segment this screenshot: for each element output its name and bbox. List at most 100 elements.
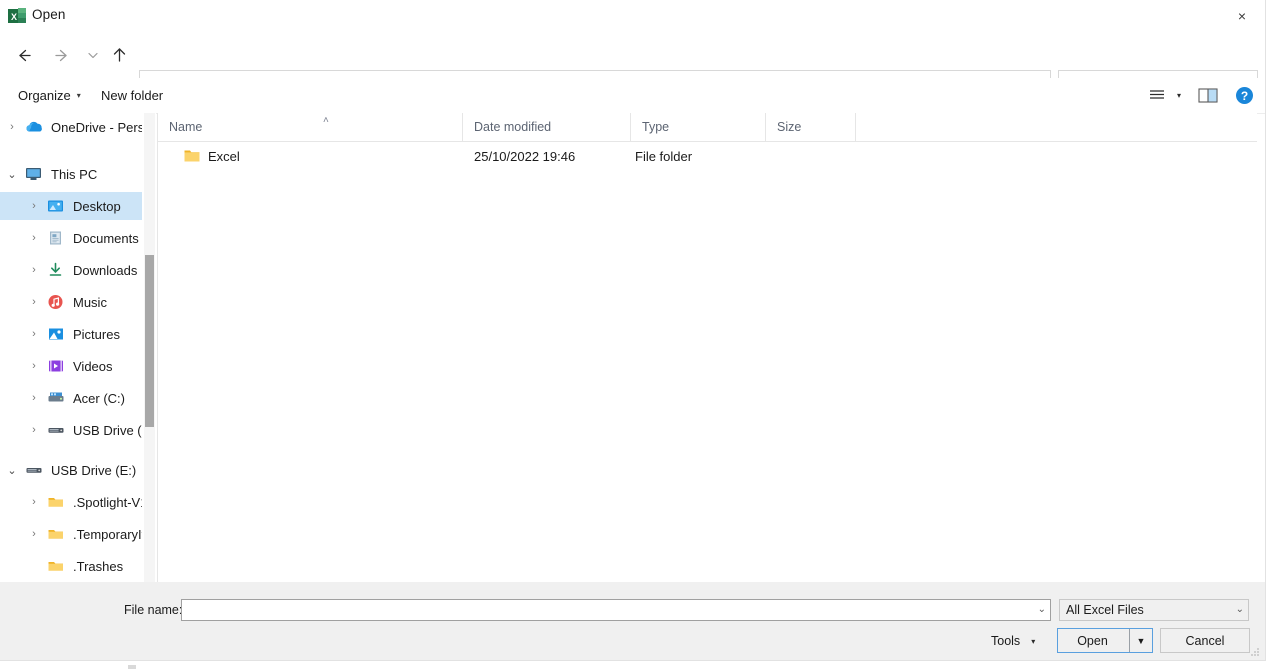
- expander-icon[interactable]: ⌄: [0, 168, 24, 181]
- expander-icon[interactable]: ›: [22, 424, 46, 436]
- column-header-size[interactable]: Size: [766, 113, 856, 141]
- sidebar-item-pictures[interactable]: › Pictures: [0, 320, 142, 348]
- sidebar-item-label: .Spotlight-V100: [73, 494, 142, 510]
- view-options-chevron-icon[interactable]: ▾: [1172, 84, 1186, 106]
- sidebar-item-downloads[interactable]: › Downloads: [0, 256, 142, 284]
- open-dropdown-icon[interactable]: ▼: [1129, 629, 1152, 652]
- expander-icon[interactable]: ›: [22, 264, 46, 276]
- expander-icon[interactable]: ›: [22, 528, 46, 540]
- sidebar-item-label: .Trashes: [73, 558, 124, 574]
- folder-icon: [46, 525, 66, 543]
- cancel-button-label: Cancel: [1185, 633, 1225, 648]
- up-button[interactable]: [104, 40, 134, 70]
- sidebar-item-label: Pictures: [73, 326, 120, 342]
- sidebar-item-onedrive[interactable]: › OneDrive - Perso: [0, 113, 142, 141]
- column-header-name[interactable]: Name ˄: [158, 113, 463, 141]
- resize-grip[interactable]: [1249, 645, 1261, 657]
- svg-text:?: ?: [1240, 89, 1247, 103]
- videos-icon: [46, 357, 66, 375]
- sidebar-item-spotlight[interactable]: › .Spotlight-V100: [0, 488, 142, 516]
- file-type-filter-value: All Excel Files: [1066, 603, 1144, 617]
- file-list-pane: Name ˄ Date modified Type Size Excel 25/…: [157, 113, 1257, 582]
- file-name-input[interactable]: ⌄: [181, 599, 1051, 621]
- sidebar-item-label: Music: [73, 294, 107, 310]
- organize-button[interactable]: Organize ▾: [18, 85, 81, 106]
- organize-label: Organize: [18, 88, 71, 103]
- expander-icon[interactable]: ›: [22, 360, 46, 372]
- column-header-date-modified[interactable]: Date modified: [463, 113, 631, 141]
- navigation-bar: › This PC › Desktop › Search: [0, 32, 1265, 102]
- chevron-down-icon: ⌄: [1235, 604, 1244, 615]
- expander-icon[interactable]: ›: [22, 296, 46, 308]
- sidebar-item-trashes[interactable]: .Trashes: [0, 552, 142, 580]
- file-date-cell: 25/10/2022 19:46: [474, 148, 576, 164]
- sidebar-item-temporaryitems[interactable]: › .TemporaryItems: [0, 520, 142, 548]
- expander-icon[interactable]: ›: [22, 328, 46, 340]
- view-list-icon[interactable]: [1146, 84, 1168, 106]
- navigation-tree[interactable]: › OneDrive - Perso ⌄ This PC › Desktop ›…: [0, 113, 156, 582]
- expander-icon[interactable]: ›: [22, 200, 46, 212]
- column-header-label: Name: [169, 120, 203, 134]
- file-type-filter-select[interactable]: All Excel Files ⌄: [1059, 599, 1249, 621]
- column-header-label: Date modified: [474, 120, 552, 134]
- open-button[interactable]: Open ▼: [1057, 628, 1153, 653]
- sidebar-item-acer-c[interactable]: › Acer (C:): [0, 384, 142, 412]
- window-title: Open: [32, 7, 66, 22]
- usb-drive-icon: [24, 461, 44, 479]
- sidebar-item-usb-drive-e-root[interactable]: ⌄ USB Drive (E:): [0, 456, 142, 484]
- chevron-down-icon: ▾: [1031, 636, 1036, 646]
- close-icon[interactable]: ×: [1219, 0, 1265, 32]
- file-name-text: Excel: [208, 148, 240, 164]
- folder-icon: [184, 149, 200, 163]
- sidebar-item-documents[interactable]: › Documents: [0, 224, 142, 252]
- column-header-type[interactable]: Type: [631, 113, 766, 141]
- sidebar-item-videos[interactable]: › Videos: [0, 352, 142, 380]
- help-icon[interactable]: ?: [1233, 84, 1255, 106]
- sidebar-item-usb-drive-e-child[interactable]: › USB Drive (E:): [0, 416, 142, 444]
- downloads-icon: [46, 261, 66, 279]
- sidebar-item-label: Desktop: [73, 198, 121, 214]
- excel-icon: X: [8, 7, 26, 25]
- forward-button[interactable]: [47, 40, 77, 70]
- onedrive-icon: [24, 118, 44, 136]
- sort-ascending-icon: ˄: [323, 115, 329, 126]
- expander-icon[interactable]: ›: [22, 392, 46, 404]
- tools-button[interactable]: Tools ▾: [991, 630, 1035, 652]
- sidebar-item-this-pc[interactable]: ⌄ This PC: [0, 160, 142, 188]
- desktop-icon: [46, 197, 66, 215]
- expander-icon[interactable]: ›: [22, 232, 46, 244]
- sidebar-item-desktop[interactable]: › Desktop: [0, 192, 142, 220]
- back-button[interactable]: [8, 40, 38, 70]
- open-file-dialog: X Open × Organize ▾ New folder ▾ ? › One…: [0, 0, 1266, 669]
- expander-icon[interactable]: ⌄: [0, 464, 24, 477]
- column-header-label: Size: [777, 120, 802, 134]
- sidebar-item-music[interactable]: › Music: [0, 288, 142, 316]
- sidebar-item-label: Documents: [73, 230, 139, 246]
- column-header-row: Name ˄ Date modified Type Size: [158, 113, 1257, 142]
- new-folder-button[interactable]: New folder: [101, 85, 163, 106]
- expander-icon[interactable]: ›: [22, 496, 46, 508]
- folder-icon: [46, 493, 66, 511]
- music-icon: [46, 293, 66, 311]
- chevron-down-icon[interactable]: ⌄: [1038, 604, 1046, 615]
- hard-drive-icon: [46, 389, 66, 407]
- preview-pane-icon[interactable]: [1197, 84, 1219, 106]
- title-bar: X Open ×: [0, 0, 1265, 32]
- file-name-cell[interactable]: Excel: [184, 149, 240, 164]
- sidebar-item-label: USB Drive (E:): [73, 422, 142, 438]
- file-name-label: File name:: [124, 603, 183, 617]
- column-header-label: Type: [642, 120, 670, 134]
- command-bar: Organize ▾ New folder ▾ ?: [0, 78, 1265, 114]
- tools-label: Tools: [991, 634, 1021, 648]
- sidebar-item-label: Downloads: [73, 262, 138, 278]
- expander-icon[interactable]: ›: [0, 121, 24, 133]
- table-row[interactable]: Excel 25/10/2022 19:46 File folder: [158, 141, 1257, 171]
- sidebar-item-label: Acer (C:): [73, 390, 125, 406]
- sidebar-item-label: .TemporaryItems: [73, 526, 142, 542]
- sidebar-item-label: OneDrive - Perso: [51, 119, 142, 135]
- sidebar-scrollbar-thumb[interactable]: [145, 255, 154, 427]
- chevron-down-icon: ▾: [76, 90, 81, 100]
- open-button-label: Open: [1077, 633, 1108, 648]
- cancel-button[interactable]: Cancel: [1160, 628, 1250, 653]
- sidebar-item-label: Videos: [73, 358, 113, 374]
